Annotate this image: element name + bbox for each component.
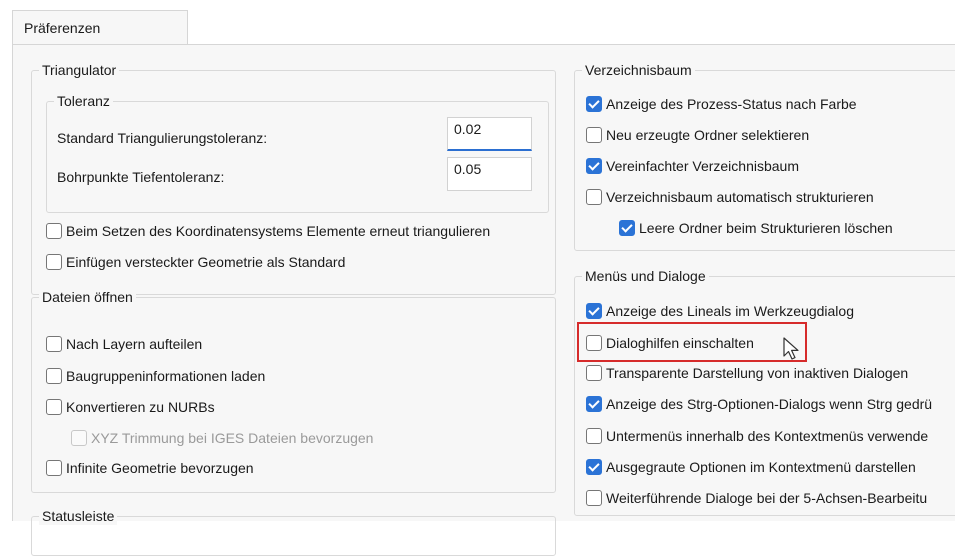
tab-praeferenzen[interactable]: Präferenzen [12, 10, 188, 45]
retriangulate-checkbox[interactable] [46, 223, 62, 240]
delete-empty-folders-checkbox[interactable] [619, 220, 635, 237]
bohrpunkte-tolerance-label: Bohrpunkte Tiefentoleranz: [57, 169, 225, 185]
preferences-pane: Triangulator Toleranz Standard Trianguli… [12, 44, 955, 556]
triangulator-title: Triangulator [39, 61, 120, 79]
hidden-geometry-checkbox-row[interactable]: Einfügen versteckter Geometrie als Stand… [46, 251, 345, 273]
auto-structure-checkbox-row[interactable]: Verzeichnisbaum automatisch strukturiere… [586, 186, 874, 208]
layer-split-checkbox-row[interactable]: Nach Layern aufteilen [46, 333, 202, 355]
simplified-tree-checkbox[interactable] [586, 158, 602, 175]
nurbs-checkbox-row[interactable]: Konvertieren zu NURBs [46, 396, 215, 418]
mouse-pointer-icon [783, 337, 799, 360]
process-status-checkbox-row[interactable]: Anzeige des Prozess-Status nach Farbe [586, 93, 857, 115]
greyed-options-checkbox-row[interactable]: Ausgegraute Optionen im Kontextmenü dars… [586, 456, 916, 478]
toleranz-title: Toleranz [54, 92, 113, 110]
standard-tolerance-label: Standard Triangulierungstoleranz: [57, 130, 268, 146]
statusleiste-title: Statusleiste [39, 507, 118, 525]
bohrpunkte-tolerance-input[interactable]: 0.05 [447, 157, 532, 191]
hidden-geometry-checkbox[interactable] [46, 254, 62, 271]
five-axis-dialogs-checkbox-row[interactable]: Weiterführende Dialoge bei der 5-Achsen-… [586, 487, 927, 509]
select-new-folders-checkbox-row[interactable]: Neu erzeugte Ordner selektieren [586, 124, 809, 146]
dateien-oeffnen-title: Dateien öffnen [39, 288, 136, 306]
assembly-info-checkbox-row[interactable]: Baugruppeninformationen laden [46, 365, 265, 387]
ctrl-options-checkbox-row[interactable]: Anzeige des Strg-Optionen-Dialogs wenn S… [586, 393, 932, 415]
layer-split-checkbox[interactable] [46, 336, 62, 353]
triangulator-group: Triangulator Toleranz Standard Trianguli… [31, 61, 556, 295]
toleranz-group: Toleranz Standard Triangulierungstoleran… [46, 92, 549, 213]
greyed-options-checkbox[interactable] [586, 459, 602, 476]
submenus-checkbox-row[interactable]: Untermenüs innerhalb des Kontextmenüs ve… [586, 425, 928, 447]
assembly-info-checkbox[interactable] [46, 368, 62, 385]
xyz-trim-checkbox-row: XYZ Trimmung bei IGES Dateien bevorzugen [71, 427, 373, 449]
statusleiste-group: Statusleiste [31, 507, 556, 556]
infinite-geometry-checkbox-row[interactable]: Infinite Geometrie bevorzugen [46, 457, 254, 479]
nurbs-checkbox[interactable] [46, 399, 62, 416]
dialog-help-highlight [577, 322, 807, 362]
ruler-checkbox-row[interactable]: Anzeige des Lineals im Werkzeugdialog [586, 300, 854, 322]
submenus-checkbox[interactable] [586, 428, 602, 445]
auto-structure-checkbox[interactable] [586, 189, 602, 206]
retriangulate-checkbox-row[interactable]: Beim Setzen des Koordinatensystems Eleme… [46, 220, 490, 242]
ruler-checkbox[interactable] [586, 303, 602, 320]
verzeichnisbaum-group: Verzeichnisbaum Anzeige des Prozess-Stat… [574, 61, 955, 251]
dateien-oeffnen-group: Dateien öffnen Nach Layern aufteilen Bau… [31, 288, 556, 493]
ctrl-options-checkbox[interactable] [586, 396, 602, 413]
verzeichnisbaum-title: Verzeichnisbaum [582, 61, 695, 79]
infinite-geometry-checkbox[interactable] [46, 460, 62, 477]
select-new-folders-checkbox[interactable] [586, 127, 602, 144]
standard-tolerance-input[interactable]: 0.02 [447, 117, 532, 151]
menues-dialoge-title: Menüs und Dialoge [582, 267, 709, 285]
transparent-dialogs-checkbox-row[interactable]: Transparente Darstellung von inaktiven D… [586, 362, 908, 384]
transparent-dialogs-checkbox[interactable] [586, 365, 602, 382]
xyz-trim-checkbox [71, 430, 87, 447]
process-status-checkbox[interactable] [586, 96, 602, 113]
tab-strip: Präferenzen [0, 0, 955, 45]
delete-empty-folders-checkbox-row[interactable]: Leere Ordner beim Strukturieren löschen [619, 217, 893, 239]
simplified-tree-checkbox-row[interactable]: Vereinfachter Verzeichnisbaum [586, 155, 799, 177]
five-axis-dialogs-checkbox[interactable] [586, 490, 602, 507]
menues-dialoge-group: Menüs und Dialoge Anzeige des Lineals im… [574, 267, 955, 516]
